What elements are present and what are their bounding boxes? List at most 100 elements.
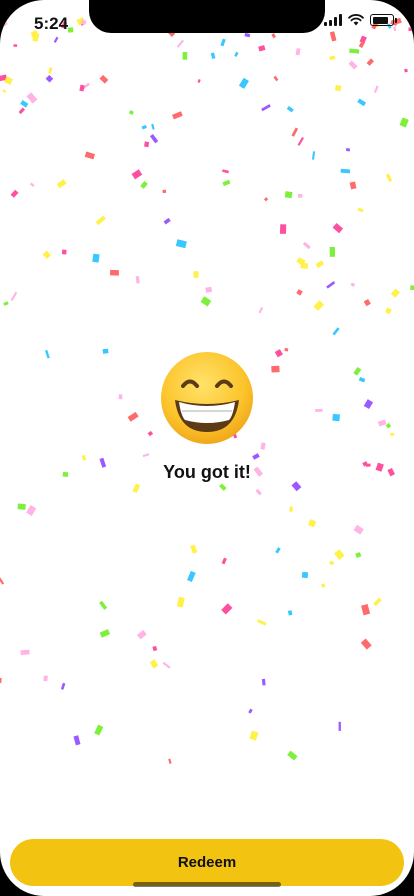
confetti-piece — [200, 296, 212, 307]
confetti-piece — [296, 289, 303, 296]
confetti-piece — [340, 168, 351, 174]
confetti-piece — [355, 552, 362, 559]
confetti-piece — [308, 519, 317, 528]
confetti-piece — [289, 506, 294, 512]
confetti-piece — [297, 194, 303, 198]
confetti-piece — [79, 84, 85, 92]
confetti-piece — [222, 169, 230, 174]
confetti-piece — [334, 84, 342, 92]
confetti-piece — [18, 107, 26, 115]
confetti-piece — [26, 92, 38, 104]
confetti-piece — [297, 137, 304, 146]
confetti-piece — [135, 275, 140, 284]
confetti-piece — [53, 36, 59, 43]
confetti-piece — [373, 597, 382, 607]
confetti-piece — [399, 117, 409, 128]
confetti-piece — [197, 79, 201, 83]
success-message: You got it! — [163, 462, 251, 482]
confetti-piece — [20, 649, 30, 656]
notch — [89, 0, 325, 33]
confetti-piece — [350, 282, 356, 287]
status-time: 5:24 — [34, 14, 69, 33]
confetti-piece — [99, 74, 109, 84]
confetti-piece — [332, 327, 340, 336]
confetti-piece — [92, 253, 100, 263]
confetti-piece — [252, 453, 260, 460]
confetti-piece — [136, 629, 147, 640]
confetti-piece — [81, 455, 87, 461]
confetti-piece — [219, 483, 227, 491]
confetti-piece — [302, 241, 311, 250]
confetti-piece — [385, 307, 392, 315]
confetti-piece — [357, 207, 364, 213]
confetti-piece — [248, 708, 253, 714]
confetti-piece — [338, 721, 341, 731]
home-indicator[interactable] — [133, 882, 281, 887]
confetti-piece — [131, 169, 143, 180]
confetti-piece — [315, 260, 325, 269]
confetti-piece — [29, 182, 35, 187]
confetti-piece — [329, 55, 336, 61]
confetti-piece — [210, 52, 216, 59]
confetti-piece — [162, 661, 171, 669]
confetti-piece — [61, 249, 67, 255]
confetti-piece — [163, 217, 171, 225]
confetti-piece — [172, 111, 183, 120]
confetti-piece — [353, 524, 364, 535]
confetti-piece — [221, 603, 233, 615]
confetti-piece — [361, 603, 371, 616]
confetti-piece — [2, 89, 7, 94]
confetti-piece — [60, 682, 66, 690]
confetti-piece — [56, 179, 67, 189]
status-icons — [324, 14, 397, 26]
confetti-piece — [182, 52, 188, 60]
confetti-piece — [357, 98, 367, 107]
confetti-piece — [193, 271, 199, 278]
confetti-piece — [258, 306, 264, 314]
confetti-piece — [287, 750, 298, 761]
confetti-piece — [286, 106, 294, 113]
confetti-piece — [0, 18, 8, 29]
confetti-piece — [279, 224, 287, 234]
confetti-piece — [220, 38, 226, 47]
confetti-piece — [301, 571, 309, 579]
confetti-piece — [43, 675, 48, 682]
grinning-face-with-smiling-eyes-icon — [161, 352, 253, 444]
confetti-piece — [256, 619, 267, 626]
confetti-piece — [409, 20, 414, 26]
confetti-piece — [45, 74, 54, 83]
confetti-piece — [13, 44, 18, 47]
confetti-piece — [175, 239, 187, 249]
battery-icon — [370, 14, 397, 26]
confetti-piece — [20, 100, 29, 108]
confetti-piece — [238, 77, 249, 89]
confetti-piece — [408, 27, 414, 32]
confetti-piece — [291, 127, 299, 137]
confetti-piece — [348, 60, 358, 70]
confetti-piece — [73, 735, 81, 746]
confetti-piece — [275, 547, 281, 554]
confetti-piece — [42, 250, 51, 260]
confetti-piece — [10, 291, 18, 302]
confetti-piece — [162, 189, 167, 194]
redeem-button[interactable]: Redeem — [10, 839, 404, 886]
confetti-piece — [261, 104, 271, 112]
confetti-piece — [329, 246, 336, 257]
confetti-piece — [334, 549, 345, 560]
confetti-piece — [349, 48, 360, 54]
confetti-piece — [140, 180, 148, 189]
confetti-piece — [295, 48, 301, 56]
confetti-piece — [190, 544, 198, 554]
confetti-piece — [168, 758, 172, 764]
phone-screen: 5:24 You got it! Redeem — [0, 0, 414, 896]
confetti-piece — [393, 26, 397, 32]
battery-level — [372, 16, 388, 24]
confetti-piece — [17, 503, 26, 510]
confetti-piece — [176, 596, 185, 608]
confetti-piece — [255, 488, 262, 496]
confetti-piece — [273, 75, 279, 82]
confetti-piece — [95, 215, 106, 226]
confetti-piece — [271, 33, 276, 39]
confetti-piece — [99, 600, 108, 610]
confetti-piece — [284, 191, 293, 199]
